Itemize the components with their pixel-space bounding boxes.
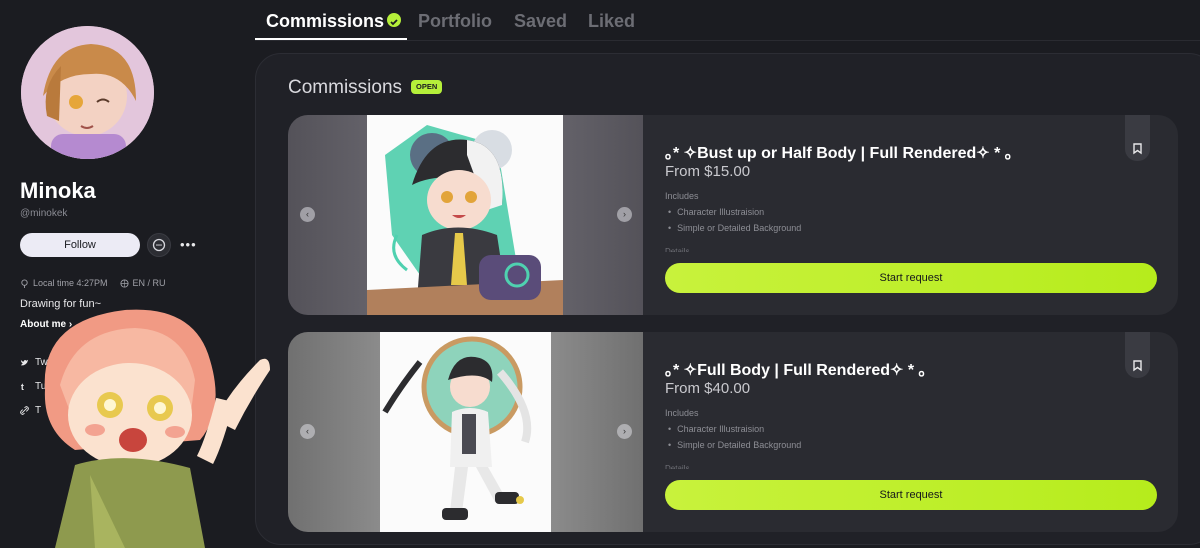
includes-heading: Includes [665, 408, 699, 418]
list-item: Simple or Detailed Background [668, 437, 801, 453]
active-tab-indicator [255, 38, 407, 40]
social-link-label: Tumblr [35, 380, 66, 392]
start-request-button[interactable]: Start request [665, 263, 1157, 293]
profile-sidebar: Minoka @minokek Follow ••• Local time 4:… [0, 0, 240, 548]
link-icon [20, 405, 29, 415]
social-link-tumblr[interactable]: t Tumblr [20, 374, 66, 398]
commission-sample-image [367, 115, 563, 315]
includes-list: Character Illustraision Simple or Detail… [668, 204, 801, 236]
bookmark-button[interactable] [1125, 115, 1150, 161]
gallery-next-button[interactable]: › [617, 424, 632, 439]
social-links: Twitter t Tumblr T [20, 350, 66, 422]
verified-check-icon [387, 13, 402, 28]
bookmark-icon [1133, 143, 1142, 155]
gallery-next-button[interactable]: › [617, 207, 632, 222]
languages-text: EN / RU [132, 278, 166, 288]
social-link-twitter[interactable]: Twitter [20, 350, 66, 374]
gallery-prev-button[interactable]: ‹ [300, 424, 315, 439]
twitter-icon [20, 359, 29, 365]
profile-tabs: Commissions Portfolio Saved Liked [255, 0, 1200, 41]
tumblr-icon: t [21, 382, 24, 391]
chat-bubble-icon [152, 238, 166, 252]
about-me-link[interactable]: About me › [20, 319, 72, 330]
image-gallery: ‹ › [288, 332, 643, 532]
list-item: Character Illustraision [668, 421, 801, 437]
commission-title: ｡* ✧Bust up or Half Body | Full Rendered… [665, 145, 1013, 162]
image-gallery: ‹ › [288, 115, 643, 315]
social-link-label: T [35, 404, 42, 416]
commission-title: ｡* ✧Full Body | Full Rendered✧ * ｡ [665, 362, 927, 379]
list-item: Character Illustraision [668, 204, 801, 220]
tab-liked[interactable]: Liked [588, 11, 635, 32]
section-title: Commissions [288, 77, 403, 98]
status-badge: OPEN [411, 80, 443, 94]
commission-sample-image [380, 332, 551, 532]
commission-price: From $15.00 [665, 163, 751, 180]
more-options-button[interactable]: ••• [180, 237, 197, 252]
includes-list: Character Illustraision Simple or Detail… [668, 421, 801, 453]
tab-saved[interactable]: Saved [514, 11, 567, 32]
includes-heading: Includes [665, 191, 699, 201]
tab-commissions[interactable]: Commissions [266, 11, 402, 32]
tab-label: Commissions [266, 11, 385, 31]
location-pin-icon [21, 278, 28, 288]
profile-meta: Local time 4:27PM EN / RU [20, 278, 166, 288]
username-handle: @minokek [20, 208, 68, 219]
message-button[interactable] [147, 233, 171, 257]
bio-text: Drawing for fun~ [20, 298, 102, 310]
start-request-button[interactable]: Start request [665, 480, 1157, 510]
languages: EN / RU [119, 278, 166, 288]
tab-portfolio[interactable]: Portfolio [418, 11, 492, 32]
gallery-prev-button[interactable]: ‹ [300, 207, 315, 222]
details-heading: Details [665, 247, 690, 252]
list-item: Simple or Detailed Background [668, 220, 801, 236]
follow-button[interactable]: Follow [20, 233, 140, 257]
svg-text:t: t [21, 382, 24, 391]
details-heading: Details [665, 464, 690, 469]
commission-card[interactable]: ‹ › ｡* ✧Full Body | Full Rendered✧ * ｡ F… [288, 332, 1178, 532]
display-name: Minoka [20, 178, 96, 203]
commission-card[interactable]: ‹ › ｡* ✧Bust up or Half Body | Full Rend… [288, 115, 1178, 315]
avatar-illustration [21, 26, 154, 159]
commission-price: From $40.00 [665, 380, 751, 397]
local-time-text: Local time 4:27PM [33, 278, 108, 288]
local-time: Local time 4:27PM [20, 278, 108, 288]
bookmark-button[interactable] [1125, 332, 1150, 378]
social-link-other[interactable]: T [20, 398, 66, 422]
avatar[interactable] [21, 26, 154, 159]
bookmark-icon [1133, 360, 1142, 372]
social-link-label: Twitter [35, 356, 65, 368]
globe-icon [119, 278, 129, 288]
